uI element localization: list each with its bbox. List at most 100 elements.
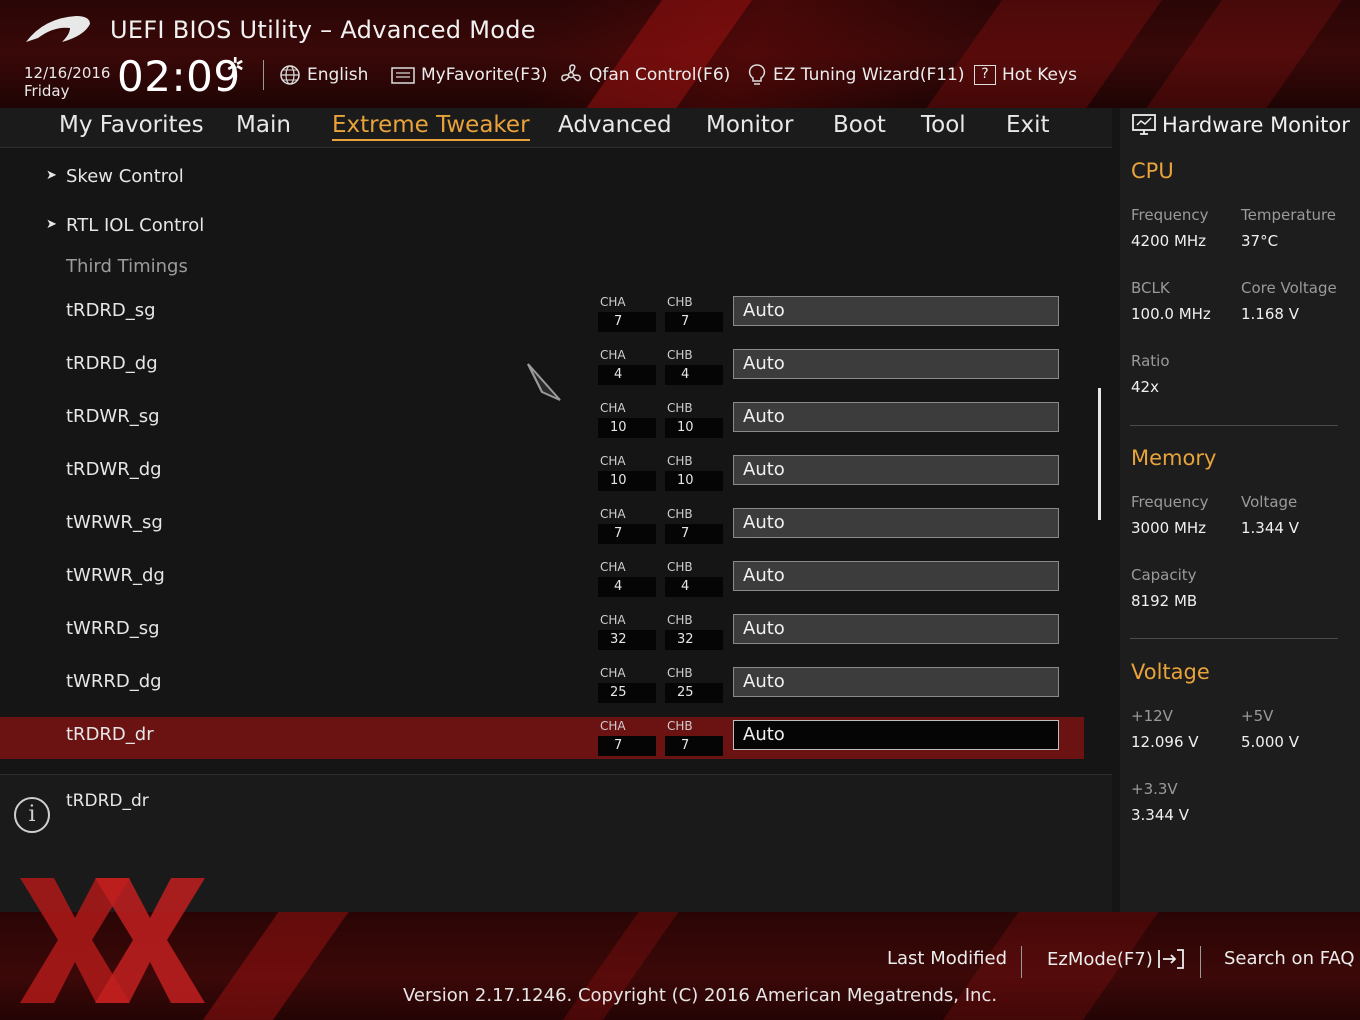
language-button[interactable]: English bbox=[279, 62, 368, 88]
header-decoration bbox=[563, 0, 767, 108]
tab-boot[interactable]: Boot bbox=[833, 112, 886, 138]
chb-caption: CHB bbox=[667, 613, 693, 627]
cha-value: 7 bbox=[598, 524, 656, 544]
tab-extreme-tweaker[interactable]: Extreme Tweaker bbox=[332, 112, 530, 141]
setting-row-twrwr-sg[interactable]: tWRWR_sg CHA 7 CHB 7 Auto bbox=[0, 505, 1084, 555]
tab-tool[interactable]: Tool bbox=[921, 112, 966, 138]
cpu-heading: CPU bbox=[1131, 159, 1174, 183]
footer-decoration bbox=[194, 912, 356, 1020]
v33-value: 3.344 V bbox=[1131, 806, 1189, 824]
fan-icon bbox=[561, 64, 581, 82]
gear-icon[interactable]: ✲ bbox=[226, 54, 244, 79]
header-bar: UEFI BIOS Utility – Advanced Mode 12/16/… bbox=[0, 0, 1360, 108]
tab-my-favorites[interactable]: My Favorites bbox=[59, 112, 204, 138]
settings-list: ➤ Skew Control ➤ RTL IOL Control Third T… bbox=[0, 148, 1112, 766]
tab-exit[interactable]: Exit bbox=[1006, 112, 1050, 138]
chb-value: 32 bbox=[665, 630, 723, 650]
cha-value: 7 bbox=[598, 736, 656, 756]
language-label: English bbox=[307, 65, 369, 85]
value-input[interactable]: Auto bbox=[733, 455, 1059, 485]
chb-caption: CHB bbox=[667, 666, 693, 680]
submenu-skew-control[interactable]: ➤ Skew Control bbox=[0, 154, 1084, 204]
tab-main[interactable]: Main bbox=[236, 112, 291, 138]
core-voltage-label: Core Voltage bbox=[1241, 279, 1337, 297]
section-divider bbox=[1130, 425, 1338, 426]
value-input[interactable]: Auto bbox=[733, 508, 1059, 538]
version-text: Version 2.17.1246. Copyright (C) 2016 Am… bbox=[403, 985, 998, 1006]
chb-readout: CHB 25 bbox=[665, 666, 725, 703]
capacity-value: 8192 MB bbox=[1131, 592, 1198, 610]
ezmode-button[interactable]: EzMode(F7) bbox=[1047, 948, 1185, 970]
chb-value: 7 bbox=[665, 312, 723, 332]
chb-value: 10 bbox=[665, 418, 723, 438]
help-text: tRDRD_dr bbox=[66, 791, 149, 811]
setting-row-trdrd-dr[interactable]: tRDRD_dr CHA 7 CHB 7 Auto bbox=[0, 717, 1084, 759]
cha-value: 7 bbox=[598, 312, 656, 332]
chb-caption: CHB bbox=[667, 295, 693, 309]
chb-readout: CHB 7 bbox=[665, 507, 725, 544]
setting-label: tWRWR_sg bbox=[66, 512, 163, 533]
chb-readout: CHB 10 bbox=[665, 454, 725, 491]
value-input[interactable]: Auto bbox=[733, 720, 1059, 750]
value-input[interactable]: Auto bbox=[733, 296, 1059, 326]
memory-voltage-value: 1.344 V bbox=[1241, 519, 1299, 537]
cha-caption: CHA bbox=[600, 560, 626, 574]
hardware-monitor-panel: Hardware Monitor CPU Frequency 4200 MHz … bbox=[1120, 108, 1360, 912]
cha-caption: CHA bbox=[600, 507, 626, 521]
myfavorite-label: MyFavorite(F3) bbox=[421, 65, 548, 85]
value-input[interactable]: Auto bbox=[733, 349, 1059, 379]
section-header-third-timings: Third Timings bbox=[0, 244, 1084, 294]
cha-value: 32 bbox=[598, 630, 656, 650]
chb-caption: CHB bbox=[667, 507, 693, 521]
app-title: UEFI BIOS Utility – Advanced Mode bbox=[110, 16, 536, 44]
list-scrollbar[interactable] bbox=[1098, 388, 1101, 520]
globe-icon bbox=[280, 65, 300, 85]
cha-caption: CHA bbox=[600, 613, 626, 627]
setting-row-twrrd-sg[interactable]: tWRRD_sg CHA 32 CHB 32 Auto bbox=[0, 611, 1084, 661]
hot-keys-button[interactable]: ? Hot Keys bbox=[974, 62, 1077, 88]
cha-value: 25 bbox=[598, 683, 656, 703]
chb-value: 4 bbox=[665, 365, 723, 385]
setting-label: tRDRD_sg bbox=[66, 300, 156, 321]
question-box-icon: ? bbox=[974, 65, 996, 85]
cha-caption: CHA bbox=[600, 454, 626, 468]
setting-label: tRDWR_dg bbox=[66, 459, 162, 480]
last-modified-button[interactable]: Last Modified bbox=[887, 948, 1007, 969]
value-input[interactable]: Auto bbox=[733, 667, 1059, 697]
chb-value: 25 bbox=[665, 683, 723, 703]
myfavorite-button[interactable]: MyFavorite(F3) bbox=[391, 62, 548, 88]
cha-readout: CHA 25 bbox=[598, 666, 658, 703]
search-faq-button[interactable]: Search on FAQ bbox=[1224, 948, 1355, 969]
chb-caption: CHB bbox=[667, 348, 693, 362]
memory-heading: Memory bbox=[1131, 446, 1217, 470]
chb-caption: CHB bbox=[667, 454, 693, 468]
setting-row-twrwr-dg[interactable]: tWRWR_dg CHA 4 CHB 4 Auto bbox=[0, 558, 1084, 608]
setting-row-trdwr-dg[interactable]: tRDWR_dg CHA 10 CHB 10 Auto bbox=[0, 452, 1084, 502]
setting-row-trdrd-sg[interactable]: tRDRD_sg CHA 7 CHB 7 Auto bbox=[0, 293, 1084, 343]
value-input[interactable]: Auto bbox=[733, 402, 1059, 432]
main-nav: My Favorites Main Extreme Tweaker Advanc… bbox=[0, 108, 1112, 148]
setting-row-twrrd-dg[interactable]: tWRRD_dg CHA 25 CHB 25 Auto bbox=[0, 664, 1084, 714]
value-input[interactable]: Auto bbox=[733, 561, 1059, 591]
ratio-value: 42x bbox=[1131, 378, 1159, 396]
ez-tuning-wizard-button[interactable]: EZ Tuning Wizard(F11) bbox=[747, 62, 965, 88]
hardware-monitor-title-text: Hardware Monitor bbox=[1162, 113, 1350, 137]
chb-readout: CHB 10 bbox=[665, 401, 725, 438]
header-decoration bbox=[903, 0, 1177, 108]
setting-row-trdwr-sg[interactable]: tRDWR_sg CHA 10 CHB 10 Auto bbox=[0, 399, 1084, 449]
section-divider bbox=[1130, 638, 1338, 639]
chb-value: 7 bbox=[665, 524, 723, 544]
qfan-control-label: Qfan Control(F6) bbox=[589, 65, 731, 85]
tab-advanced[interactable]: Advanced bbox=[558, 112, 672, 138]
rog-logo-icon bbox=[26, 16, 90, 42]
chb-readout: CHB 7 bbox=[665, 719, 725, 756]
cha-caption: CHA bbox=[600, 666, 626, 680]
info-icon: i bbox=[14, 797, 50, 833]
cha-value: 4 bbox=[598, 365, 656, 385]
chb-readout: CHB 4 bbox=[665, 560, 725, 597]
chevron-right-icon: ➤ bbox=[46, 217, 57, 232]
tab-monitor[interactable]: Monitor bbox=[706, 112, 793, 138]
qfan-control-button[interactable]: Qfan Control(F6) bbox=[559, 62, 730, 88]
setting-label: tRDWR_sg bbox=[66, 406, 160, 427]
value-input[interactable]: Auto bbox=[733, 614, 1059, 644]
